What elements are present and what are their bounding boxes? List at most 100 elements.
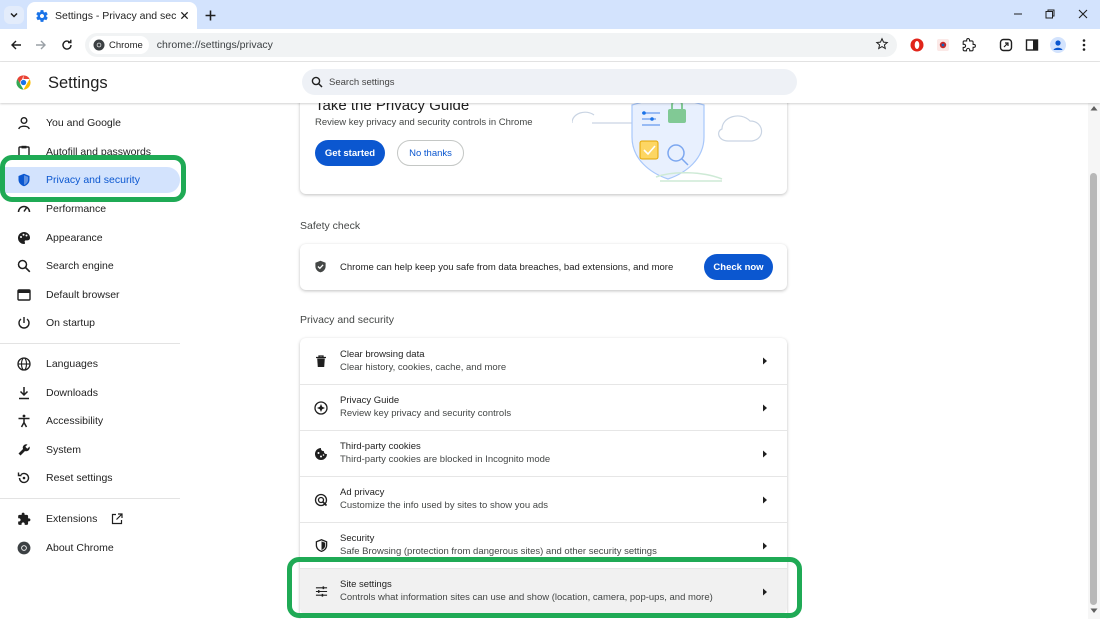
reset-icon [17, 471, 31, 485]
check-now-button[interactable]: Check now [704, 254, 773, 280]
sidebar-item-system[interactable]: System [0, 437, 180, 463]
chevron-down-icon [10, 12, 18, 18]
sidebar-item-label: Appearance [46, 232, 103, 244]
privacy-settings-list: Clear browsing data Clear history, cookie… [300, 338, 787, 619]
accessibility-icon [17, 414, 31, 428]
scroll-down-icon[interactable] [1090, 608, 1098, 614]
privacy-guide-description: Review key privacy and security controls… [315, 117, 533, 128]
browser-toolbar: Chrome chrome://settings/privacy [0, 29, 1100, 62]
chevron-right-icon [758, 493, 772, 507]
back-button[interactable] [8, 37, 24, 53]
scroll-up-icon[interactable] [1090, 105, 1098, 111]
sidebar-item-autofill[interactable]: Autofill and passwords [0, 139, 180, 165]
tab-search-button[interactable] [4, 6, 24, 24]
sidebar-item-label: Accessibility [46, 415, 104, 427]
settings-search[interactable] [302, 69, 797, 95]
safety-check-row: Chrome can help keep you safe from data … [300, 244, 787, 290]
sidebar-item-accessibility[interactable]: Accessibility [0, 408, 180, 434]
row-site-settings[interactable]: Site settings Controls what information s… [300, 568, 787, 614]
more-menu-icon[interactable] [1076, 37, 1092, 53]
restore-icon [1045, 9, 1055, 19]
no-thanks-button[interactable]: No thanks [397, 140, 464, 166]
sidebar-item-you-and-google[interactable]: You and Google [0, 110, 180, 136]
bookmark-star-icon[interactable] [875, 37, 889, 51]
get-started-button[interactable]: Get started [315, 140, 385, 166]
chrome-labs-icon[interactable] [998, 37, 1014, 53]
scrollbar-thumb[interactable] [1090, 173, 1097, 605]
row-subtitle: Clear history, cookies, cache, and more [340, 361, 507, 373]
clipboard-icon [17, 145, 31, 159]
row-title: Third-party cookies [340, 441, 421, 452]
sidebar-item-label: Default browser [46, 289, 120, 301]
sidebar-item-languages[interactable]: Languages [0, 351, 180, 377]
row-security[interactable]: Security Safe Browsing (protection from d… [300, 522, 787, 568]
row-privacy-guide[interactable]: Privacy Guide Review key privacy and secu… [300, 384, 787, 430]
ad-privacy-icon [314, 493, 328, 507]
site-chip-label: Chrome [109, 39, 143, 51]
sidebar-item-appearance[interactable]: Appearance [0, 225, 180, 251]
profile-avatar-icon[interactable] [1050, 37, 1066, 53]
extension-icon[interactable] [935, 37, 951, 53]
side-panel-icon[interactable] [1024, 37, 1040, 53]
tab-settings[interactable]: Settings - Privacy and security [27, 2, 197, 29]
shield-icon [314, 539, 328, 553]
puzzle-icon[interactable] [961, 37, 977, 53]
page-scrollbar[interactable] [1088, 103, 1100, 619]
page-title: Settings [48, 74, 108, 92]
privacy-section-label: Privacy and security [300, 314, 394, 326]
sidebar-item-label: Search engine [46, 260, 114, 272]
sidebar-item-on-startup[interactable]: On startup [0, 310, 180, 336]
close-window-button[interactable] [1072, 5, 1094, 23]
settings-sidebar: You and Google Autofill and passwords Pr… [0, 103, 185, 619]
close-tab-icon[interactable] [177, 9, 191, 23]
sidebar-item-downloads[interactable]: Downloads [0, 380, 180, 406]
sidebar-item-reset-settings[interactable]: Reset settings [0, 465, 180, 491]
tab-strip: Settings - Privacy and security [0, 0, 1100, 29]
row-subtitle: Third-party cookies are blocked in Incog… [340, 454, 551, 465]
sidebar-item-label: On startup [46, 317, 96, 329]
settings-header: Settings [0, 62, 1100, 103]
reload-button[interactable] [59, 37, 75, 53]
sidebar-item-label: System [46, 444, 82, 456]
chevron-right-icon [758, 447, 772, 461]
row-third-party-cookies[interactable]: Third-party cookies Third-party cookies a… [300, 430, 787, 476]
browser-window-icon [17, 288, 31, 302]
search-input[interactable] [329, 76, 749, 88]
chevron-right-icon [758, 401, 772, 415]
sidebar-item-label: You and Google [46, 117, 121, 129]
speedometer-icon [17, 202, 31, 216]
address-bar[interactable]: Chrome chrome://settings/privacy [85, 33, 897, 57]
row-clear-browsing-data[interactable]: Clear browsing data Clear history, cookie… [300, 338, 787, 384]
forward-button[interactable] [33, 37, 49, 53]
sidebar-item-about-chrome[interactable]: About Chrome [0, 535, 180, 561]
row-subtitle: Customize the info used by sites to show… [340, 500, 549, 511]
sidebar-item-default-browser[interactable]: Default browser [0, 282, 180, 308]
arrow-left-icon [11, 40, 21, 50]
chrome-logo-icon [16, 75, 31, 90]
sidebar-item-extensions[interactable]: Extensions [0, 506, 180, 532]
sidebar-item-label: Autofill and passwords [46, 146, 152, 158]
puzzle-icon [17, 512, 31, 526]
external-link-icon [111, 513, 123, 525]
new-tab-button[interactable] [202, 7, 218, 23]
sidebar-item-performance[interactable]: Performance [0, 196, 180, 222]
power-icon [17, 316, 31, 330]
sidebar-item-search-engine[interactable]: Search engine [0, 253, 180, 279]
minimize-button[interactable] [1007, 5, 1029, 23]
safety-check-card: Chrome can help keep you safe from data … [300, 244, 787, 290]
compass-icon [314, 400, 328, 415]
sidebar-item-label: Reset settings [46, 472, 113, 484]
shield-check-icon [314, 260, 328, 274]
row-title: Ad privacy [340, 487, 385, 498]
row-ad-privacy[interactable]: Ad privacy Customize the info used by sit… [300, 476, 787, 522]
globe-icon [17, 357, 31, 371]
safety-check-text: Chrome can help keep you safe from data … [340, 261, 674, 273]
sidebar-item-label: About Chrome [46, 542, 114, 554]
restore-button[interactable] [1039, 5, 1061, 23]
sidebar-item-privacy-and-security[interactable]: Privacy and security [0, 167, 180, 193]
site-info-chip[interactable]: Chrome [89, 36, 149, 54]
sidebar-divider [0, 498, 180, 499]
opera-extension-icon[interactable] [909, 37, 925, 53]
plus-icon [205, 10, 215, 20]
gear-icon [35, 9, 49, 23]
